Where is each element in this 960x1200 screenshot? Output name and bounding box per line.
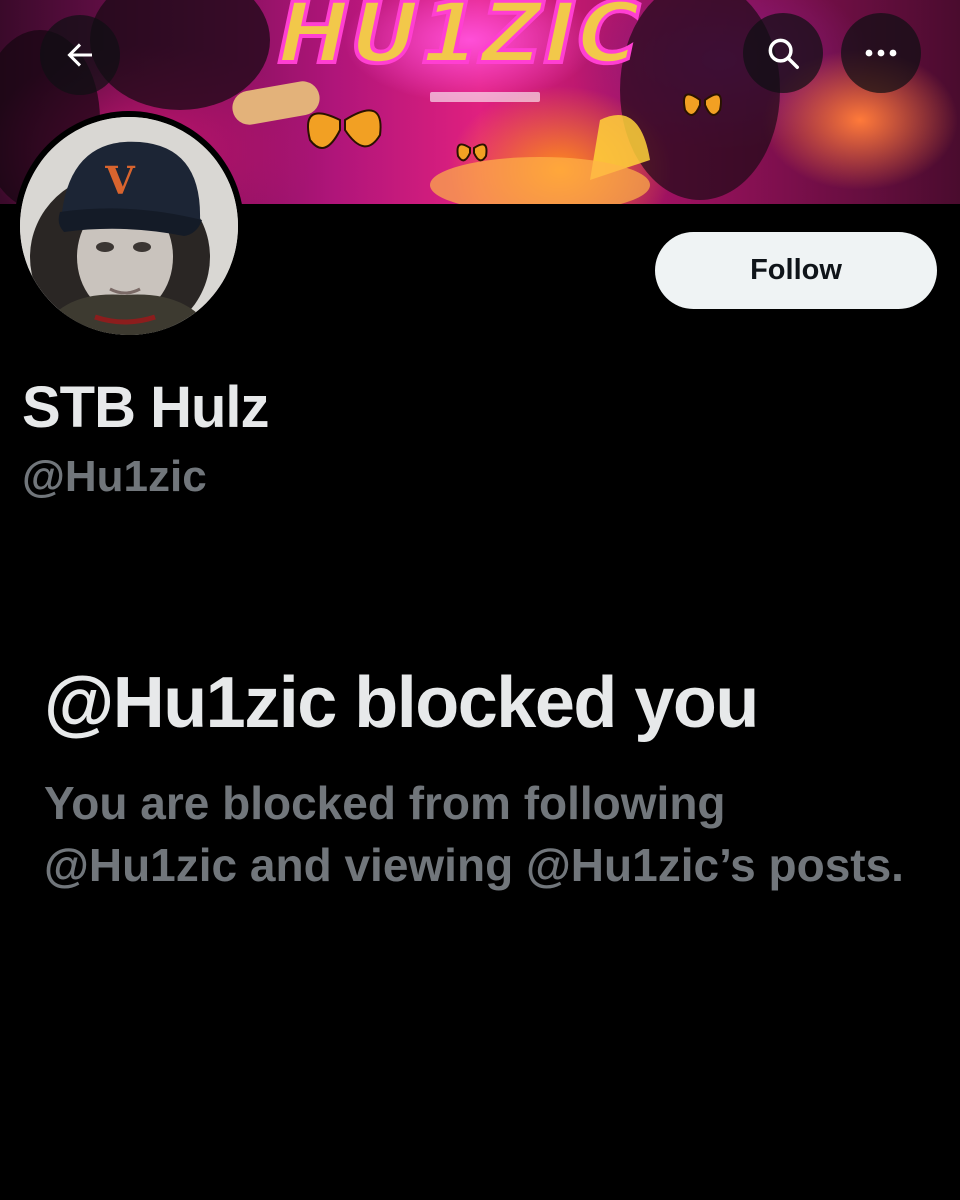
blocked-notice-title: @Hu1zic blocked you bbox=[44, 663, 759, 743]
banner-lettering: HU1ZIC bbox=[267, 0, 651, 83]
follow-button[interactable]: Follow bbox=[655, 232, 937, 309]
arrow-left-icon bbox=[67, 43, 92, 67]
blocked-notice-description: You are blocked from following @Hu1zic a… bbox=[44, 777, 904, 891]
avatar-photo: V bbox=[20, 117, 238, 335]
profile-display-name: STB Hulz bbox=[22, 375, 270, 440]
more-horizontal-icon bbox=[865, 49, 897, 57]
avatar-cap-letter: V bbox=[104, 158, 136, 203]
back-button[interactable] bbox=[40, 15, 120, 95]
avatar-illustration: V bbox=[20, 117, 238, 335]
search-button[interactable] bbox=[743, 13, 823, 93]
avatar[interactable]: V bbox=[14, 111, 244, 341]
more-button[interactable] bbox=[841, 13, 921, 93]
search-icon bbox=[768, 38, 799, 69]
profile-handle: @Hu1zic bbox=[22, 452, 207, 501]
